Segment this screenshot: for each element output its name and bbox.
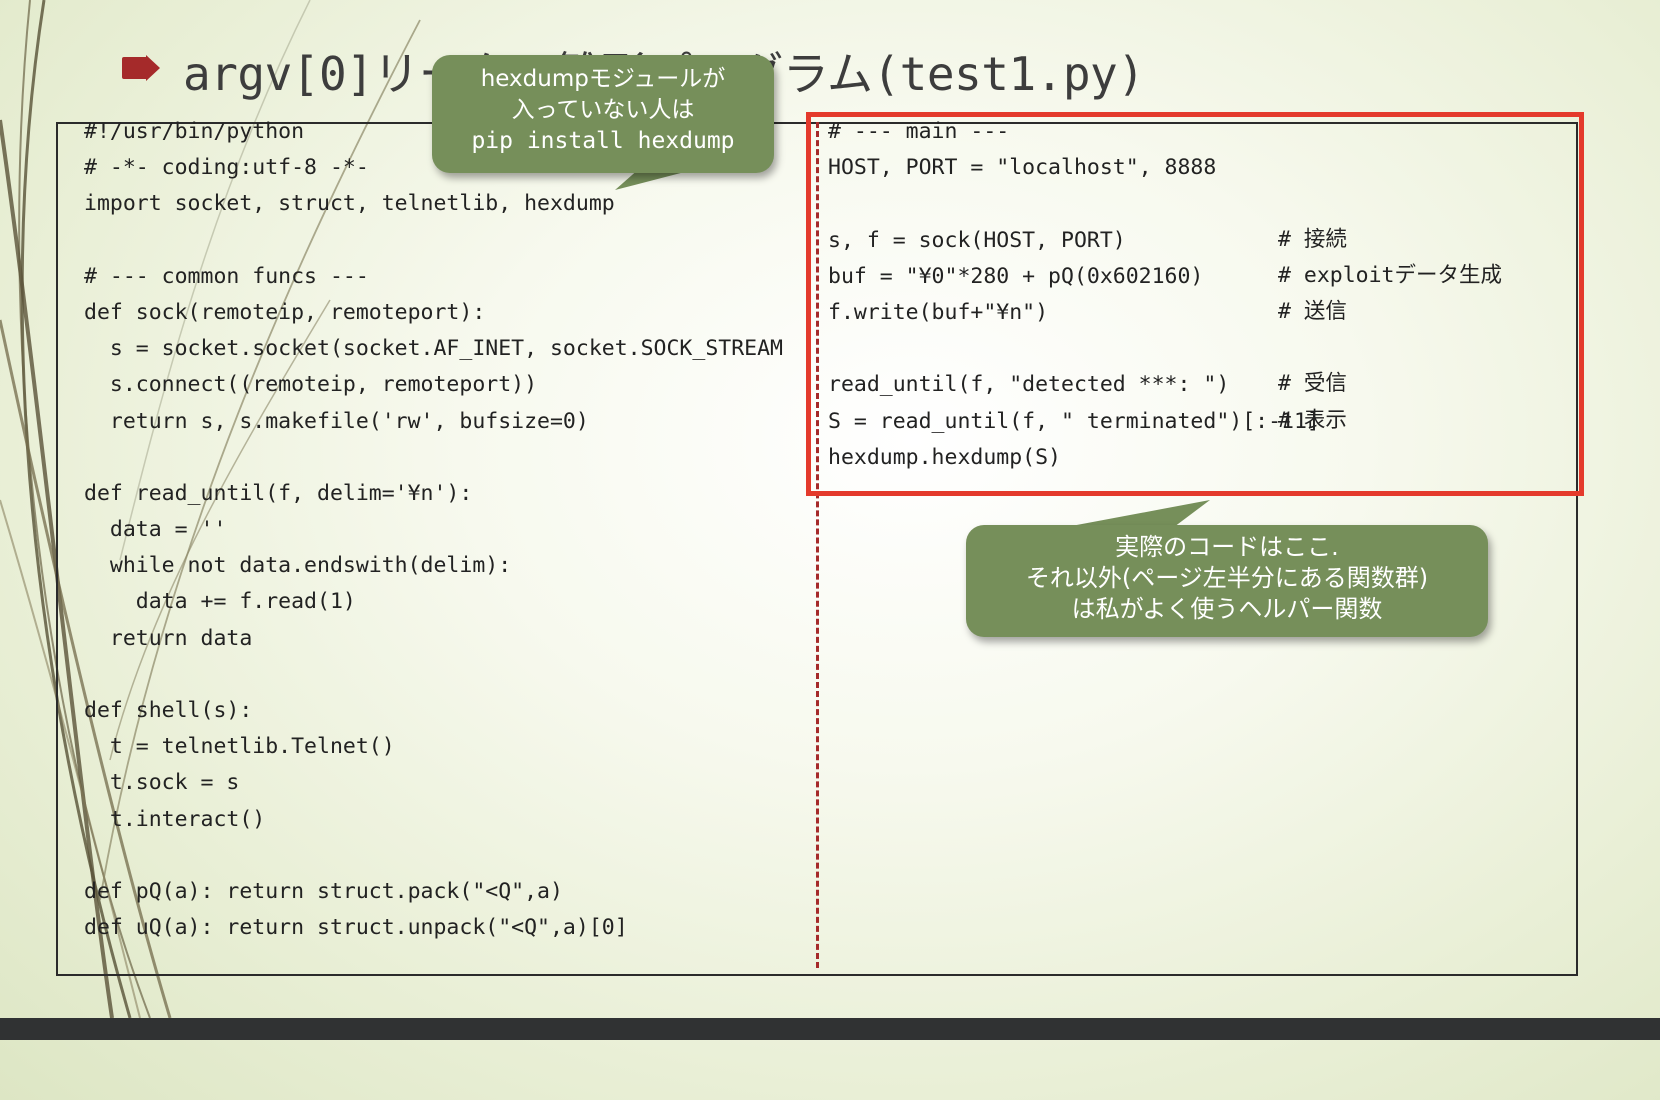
code-line: return s, s.makefile('rw', bufsize=0) xyxy=(84,408,589,434)
callout-line: 入っていない人は xyxy=(511,97,695,123)
main-code-highlight xyxy=(806,112,1584,496)
code-line: def read_until(f, delim='¥n'): xyxy=(84,480,473,506)
code-line: while not data.endswith(delim): xyxy=(84,553,512,579)
code-line: data += f.read(1) xyxy=(84,589,356,615)
code-line: s = socket.socket(socket.AF_INET, socket… xyxy=(84,336,783,362)
code-line: data = '' xyxy=(84,517,227,543)
code-line: def uQ(a): return struct.unpack("<Q",a)[… xyxy=(84,915,628,941)
code-line: s.connect((remoteip, remoteport)) xyxy=(84,372,538,398)
callout-line: それ以外(ページ左半分にある関数群) xyxy=(1025,564,1429,592)
code-line: def shell(s): xyxy=(84,698,253,723)
code-line: def sock(remoteip, remoteport): xyxy=(84,299,486,325)
callout-line: hexdumpモジュールが xyxy=(480,66,726,92)
callout-main-code-note: 実際のコードはここ. それ以外(ページ左半分にある関数群) は私がよく使うヘルパ… xyxy=(966,525,1488,637)
code-line: def pQ(a): return struct.pack("<Q",a) xyxy=(84,878,563,904)
footer-bar xyxy=(0,1018,1660,1040)
callout-line: は私がよく使うヘルパー関数 xyxy=(1071,595,1383,623)
callout-hexdump-install: hexdumpモジュールが 入っていない人は pip install hexdu… xyxy=(432,55,774,173)
arrow-bullet-icon xyxy=(122,55,160,81)
code-line: import socket, struct, telnetlib, hexdum… xyxy=(84,191,615,217)
code-line: t = telnetlib.Telnet() xyxy=(84,734,395,760)
code-block-helpers: #!/usr/bin/python # -*- coding:utf-8 -*-… xyxy=(84,114,783,946)
code-line: # --- common funcs --- xyxy=(84,263,369,289)
callout-line: 実際のコードはここ. xyxy=(1115,533,1339,561)
code-line: t.interact() xyxy=(84,806,266,832)
code-line: t.sock = s xyxy=(84,770,240,796)
code-line: return data xyxy=(84,625,253,651)
callout-line: pip install hexdump xyxy=(471,128,735,154)
